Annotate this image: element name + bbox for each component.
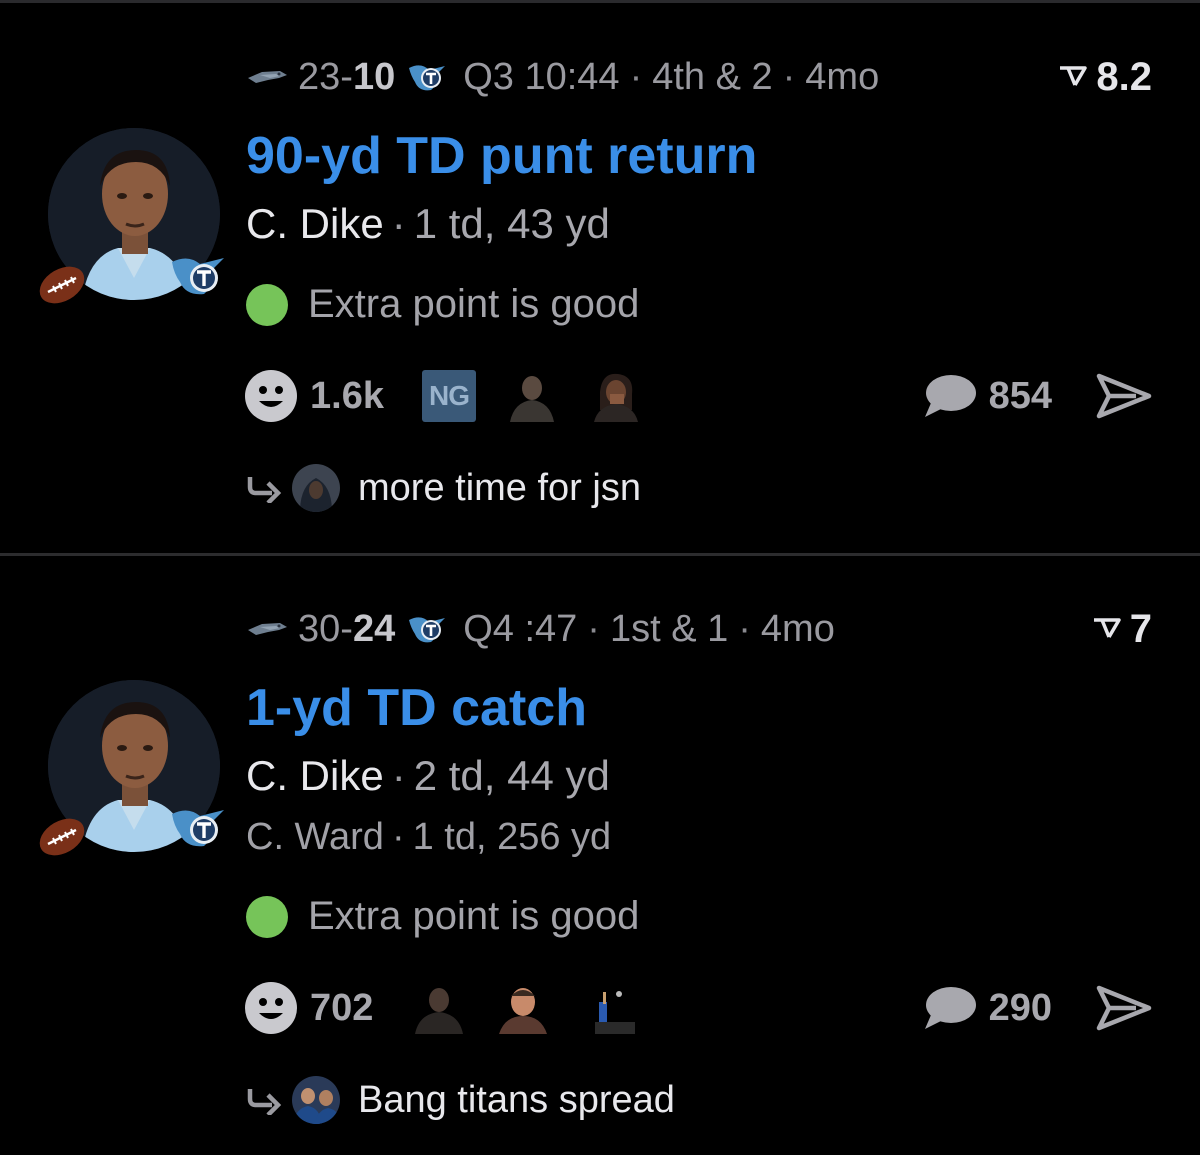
titans-logo-icon [409, 65, 446, 91]
reaction-count: 1.6k [310, 374, 384, 417]
football-icon [39, 818, 85, 856]
football-icon [39, 266, 85, 304]
player-name: C. Ward [246, 816, 384, 858]
player-line[interactable]: C. Dike · 2 td, 44 yd [246, 752, 610, 800]
game-meta: 30-24 Q4 :47 · 1st & 1 · 4mo [246, 604, 835, 654]
send-arrow-icon[interactable] [1096, 372, 1152, 420]
top-reply[interactable]: more time for jsn [246, 464, 641, 512]
score-dash: - [340, 55, 353, 98]
away-score: 23 [298, 55, 341, 98]
speech-bubble-icon [924, 375, 976, 417]
post-age: 4mo [805, 55, 880, 98]
down-distance: 4th & 2 [652, 55, 773, 98]
reaction-gif-thumbnail[interactable] [411, 982, 468, 1034]
status-dot [246, 895, 288, 938]
feed-post[interactable]: 23-10 Q3 10:44 · 4th & 2 · 4mo 8.2 90-yd… [0, 0, 1200, 553]
game-clock: Q4 :47 [463, 607, 578, 650]
reaction-button[interactable]: 702 [244, 981, 373, 1035]
play-status: Extra point is good [246, 282, 639, 327]
avatar [292, 1076, 340, 1124]
status-text: Extra point is good [308, 894, 640, 938]
player-name: C. Dike [246, 200, 384, 247]
separator: · [587, 607, 600, 650]
secondary-player-line[interactable]: C. Ward · 1 td, 256 yd [246, 816, 611, 859]
smiley-icon [245, 370, 297, 422]
reaction-gif-thumbnail[interactable] [503, 370, 560, 422]
player-stats: 1 td, 43 yd [413, 200, 610, 247]
reply-arrow-icon [247, 477, 282, 503]
smiley-icon [245, 982, 297, 1034]
send-arrow-icon[interactable] [1096, 984, 1152, 1032]
down-distance: 1st & 1 [609, 607, 729, 650]
game-meta: 23-10 Q3 10:44 · 4th & 2 · 4mo [246, 52, 879, 102]
score-dash: - [340, 607, 353, 650]
separator: · [391, 816, 405, 858]
comment-count: 290 [988, 986, 1052, 1029]
post-age: 4mo [760, 607, 835, 650]
away-score: 30 [298, 607, 341, 650]
rating[interactable]: 8.2 [1058, 52, 1152, 102]
rating-value: 7 [1129, 606, 1152, 651]
speech-bubble-icon [924, 987, 976, 1029]
reaction-count: 702 [310, 986, 374, 1029]
player-stats: 1 td, 256 yd [412, 816, 612, 858]
titans-logo-icon [172, 810, 224, 847]
separator: · [738, 607, 751, 650]
rating-flag-icon [1060, 66, 1088, 86]
game-clock: Q3 10:44 [463, 55, 620, 98]
home-score: 24 [352, 607, 396, 650]
reply-arrow-icon [247, 1089, 282, 1115]
avatar [292, 464, 340, 512]
separator: · [391, 752, 406, 799]
action-bar: 702 290 [244, 979, 1152, 1037]
reaction-gif-thumbnail[interactable] [579, 982, 636, 1034]
reaction-button[interactable]: 1.6k [244, 369, 384, 423]
post-title[interactable]: 90-yd TD punt return [246, 126, 757, 186]
rating-flag-icon [1093, 618, 1121, 638]
action-bar: 1.6k NG 854 [244, 367, 1152, 425]
feed-post[interactable]: 30-24 Q4 :47 · 1st & 1 · 4mo 7 1-yd TD c… [0, 556, 1200, 1155]
status-text: Extra point is good [308, 282, 640, 326]
player-name: C. Dike [246, 752, 384, 799]
play-status: Extra point is good [246, 894, 639, 939]
seahawks-logo-icon [248, 623, 287, 635]
seahawks-logo-icon [248, 71, 287, 83]
reaction-gif-thumbnail[interactable] [587, 370, 644, 422]
status-dot [246, 283, 288, 326]
home-score: 10 [352, 55, 396, 98]
separator: · [782, 55, 796, 98]
titans-logo-icon [409, 617, 446, 643]
top-reply[interactable]: Bang titans spread [246, 1076, 675, 1124]
rating[interactable]: 7 [1092, 604, 1152, 654]
post-title[interactable]: 1-yd TD catch [246, 678, 587, 738]
reply-text: more time for jsn [358, 466, 641, 509]
ng-reaction-badge[interactable]: NG [421, 370, 476, 422]
player-stats: 2 td, 44 yd [413, 752, 610, 799]
separator: · [629, 55, 643, 98]
titans-logo-icon [172, 258, 224, 295]
player-line[interactable]: C. Dike · 1 td, 43 yd [246, 200, 610, 248]
reply-text: Bang titans spread [358, 1078, 675, 1121]
comments-button[interactable]: 854 [921, 373, 1052, 419]
rating-value: 8.2 [1096, 54, 1152, 99]
comments-button[interactable]: 290 [921, 985, 1052, 1031]
comment-count: 854 [988, 374, 1052, 417]
separator: · [391, 200, 406, 247]
reaction-gif-thumbnail[interactable] [495, 982, 552, 1034]
